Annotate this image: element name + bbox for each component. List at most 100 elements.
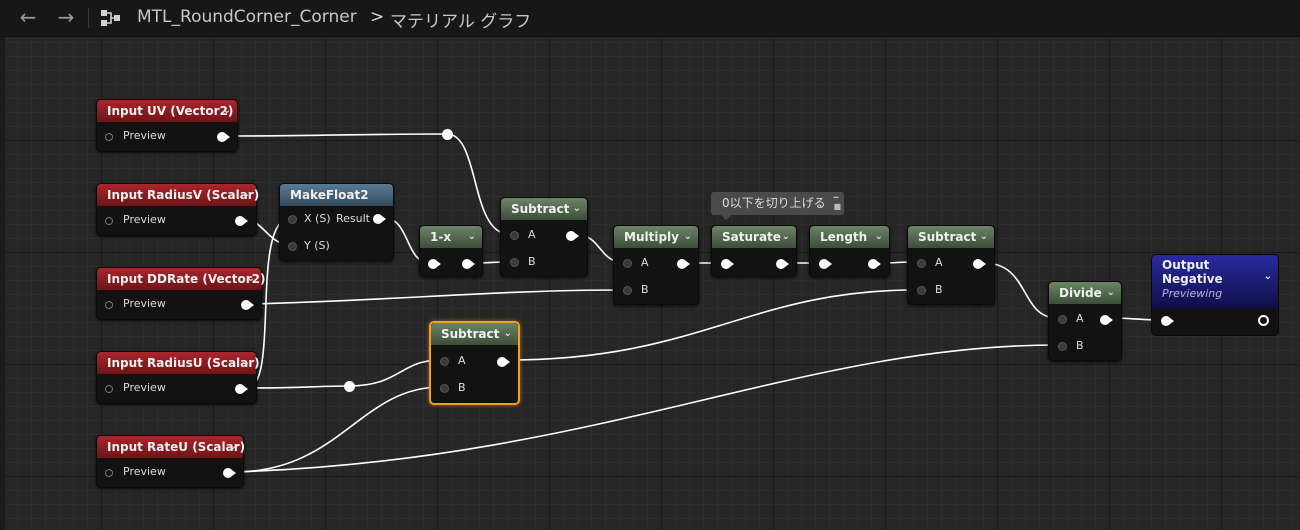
node-header: Multiply ⌄ xyxy=(614,226,698,248)
node-title: Subtract xyxy=(918,230,977,244)
chevron-down-icon[interactable]: ⌄ xyxy=(1107,282,1115,304)
node-header: Subtract ⌄ xyxy=(908,226,994,248)
node-header: Divide ⌄ xyxy=(1049,282,1121,304)
node-title: Multiply xyxy=(624,230,679,244)
output-pin[interactable] xyxy=(223,468,236,478)
breadcrumb-separator: > xyxy=(370,7,385,27)
node-subtract-1[interactable]: Subtract ⌄ A B xyxy=(500,197,588,277)
output-pin[interactable] xyxy=(868,259,881,269)
input-pin-a[interactable] xyxy=(510,231,519,240)
node-input-radius-v[interactable]: Input RadiusV (Scalar) ⌄ Preview xyxy=(96,183,260,236)
input-pin-b[interactable] xyxy=(510,258,519,267)
chevron-down-icon[interactable]: ⌄ xyxy=(223,100,231,122)
output-pin[interactable] xyxy=(776,259,789,269)
toolbar-divider xyxy=(88,8,89,28)
preview-pin-icon[interactable] xyxy=(105,217,113,225)
node-divide[interactable]: Divide ⌄ A B xyxy=(1048,281,1122,361)
output-pin[interactable] xyxy=(566,231,579,241)
output-pin[interactable] xyxy=(1100,315,1113,325)
pin-label-a: A xyxy=(1076,312,1084,325)
node-one-minus-x[interactable]: 1-x ⌄ xyxy=(419,225,483,277)
node-title: Subtract xyxy=(511,202,570,216)
pin-label-result: Result xyxy=(336,212,370,225)
arrow-left-icon[interactable]: ← xyxy=(15,6,41,30)
output-pin[interactable] xyxy=(241,300,254,310)
input-pin-b[interactable] xyxy=(623,286,632,295)
node-title: MakeFloat2 xyxy=(290,188,369,202)
node-subtract-selected[interactable]: Subtract ⌄ A B xyxy=(429,321,520,405)
reroute-node-uv[interactable] xyxy=(442,129,453,140)
node-length[interactable]: Length ⌄ xyxy=(809,225,890,277)
input-pin[interactable] xyxy=(721,259,734,269)
pin-label: Preview xyxy=(123,465,166,478)
input-pin-b[interactable] xyxy=(917,286,926,295)
chevron-down-icon[interactable]: ⌄ xyxy=(1264,271,1272,282)
preview-pin-icon[interactable] xyxy=(105,133,113,141)
chevron-down-icon[interactable]: ⌄ xyxy=(229,436,237,458)
node-header: Input UV (Vector2) ⌄ xyxy=(97,100,237,122)
pin-label: Preview xyxy=(123,297,166,310)
node-subtract-2[interactable]: Subtract ⌄ A B xyxy=(907,225,995,305)
node-header: Input RateU (Scalar) ⌄ xyxy=(97,436,246,458)
chevron-down-icon[interactable]: ⌄ xyxy=(247,268,255,290)
input-pin-a[interactable] xyxy=(1058,315,1067,324)
node-title: Input DDRate (Vector2) xyxy=(107,272,266,286)
node-header: MakeFloat2 xyxy=(280,184,393,206)
pin-label-y: Y (S) xyxy=(304,239,330,252)
pin-label: Preview xyxy=(123,129,166,142)
chevron-down-icon[interactable]: ⌄ xyxy=(242,352,250,374)
chevron-down-icon[interactable]: ⌄ xyxy=(875,226,883,248)
preview-pin-icon[interactable] xyxy=(105,469,113,477)
pin-label-b: B xyxy=(528,255,536,268)
input-pin[interactable] xyxy=(819,259,832,269)
node-input-uv[interactable]: Input UV (Vector2) ⌄ Preview xyxy=(96,99,238,152)
input-pin[interactable] xyxy=(1161,316,1174,326)
breadcrumb-asset[interactable]: MTL_RoundCorner_Corner xyxy=(137,7,357,27)
node-title: Input RadiusV (Scalar) xyxy=(107,188,260,202)
comment-text: 0以下を切り上げる xyxy=(722,196,826,210)
node-multiply[interactable]: Multiply ⌄ A B xyxy=(613,225,699,305)
reroute-node-radiusu[interactable] xyxy=(344,381,355,392)
output-pin[interactable] xyxy=(497,357,510,367)
output-pin[interactable] xyxy=(235,216,248,226)
preview-pin-icon[interactable] xyxy=(105,301,113,309)
node-input-radius-u[interactable]: Input RadiusU (Scalar) ⌄ Preview xyxy=(96,351,260,404)
node-makefloat2[interactable]: MakeFloat2 X (S) Result Y (S) xyxy=(279,183,394,261)
output-pin[interactable] xyxy=(235,384,248,394)
node-input-ddrate[interactable]: Input DDRate (Vector2) ⌄ Preview xyxy=(96,267,266,320)
output-ring-pin-icon[interactable] xyxy=(1258,315,1269,326)
output-pin[interactable] xyxy=(677,259,690,269)
chevron-down-icon[interactable]: ⌄ xyxy=(684,226,692,248)
node-title: Input RateU (Scalar) xyxy=(107,440,246,454)
chevron-down-icon[interactable]: ⌄ xyxy=(242,184,250,206)
comment-pin-icon[interactable]: ━ ■ xyxy=(833,193,841,211)
input-pin-a[interactable] xyxy=(917,259,926,268)
input-pin-a[interactable] xyxy=(440,357,449,366)
node-saturate[interactable]: Saturate ⌄ xyxy=(711,225,797,277)
input-pin-y[interactable] xyxy=(288,242,297,251)
output-pin[interactable] xyxy=(373,214,386,224)
output-pin[interactable] xyxy=(973,259,986,269)
node-title: 1-x xyxy=(430,230,452,244)
input-pin-x[interactable] xyxy=(288,215,297,224)
output-pin[interactable] xyxy=(462,259,475,269)
input-pin-a[interactable] xyxy=(623,259,632,268)
chevron-down-icon[interactable]: ⌄ xyxy=(782,226,790,248)
chevron-down-icon[interactable]: ⌄ xyxy=(573,198,581,220)
input-pin-b[interactable] xyxy=(440,384,449,393)
input-pin[interactable] xyxy=(428,259,441,269)
input-pin-b[interactable] xyxy=(1058,342,1067,351)
node-input-rate-u[interactable]: Input RateU (Scalar) ⌄ Preview xyxy=(96,435,246,488)
pin-label: Preview xyxy=(123,381,166,394)
canvas-left-edge xyxy=(0,37,5,530)
chevron-down-icon[interactable]: ⌄ xyxy=(504,323,512,345)
chevron-down-icon[interactable]: ⌄ xyxy=(980,226,988,248)
output-pin[interactable] xyxy=(217,132,230,142)
comment-bubble[interactable]: 0以下を切り上げる ━ ■ xyxy=(711,192,844,220)
arrow-right-icon[interactable]: → xyxy=(53,6,79,30)
pin-label-b: B xyxy=(641,283,649,296)
node-output-negative[interactable]: Output Negative ⌄ Previewing xyxy=(1151,254,1279,336)
node-header: Subtract ⌄ xyxy=(501,198,587,220)
chevron-down-icon[interactable]: ⌄ xyxy=(468,226,476,248)
preview-pin-icon[interactable] xyxy=(105,385,113,393)
